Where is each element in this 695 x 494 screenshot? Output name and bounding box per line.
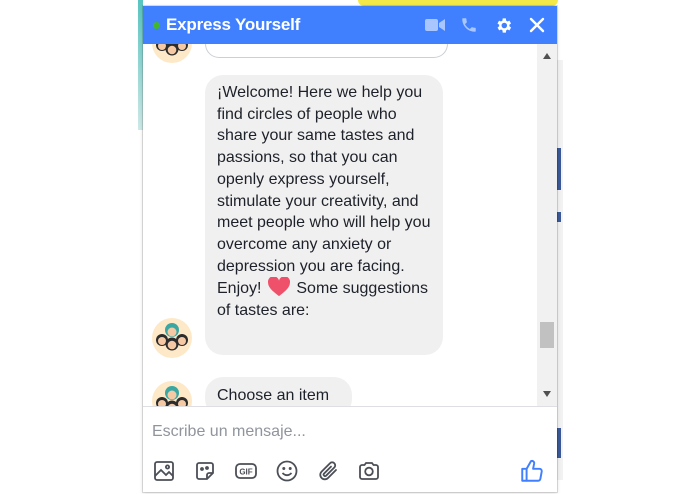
message-list[interactable]: ¡Welcome! Here we help you find circles …	[143, 44, 537, 406]
phone-call-icon[interactable]	[459, 15, 479, 35]
scrollbar-thumb[interactable]	[540, 322, 554, 348]
photo-icon[interactable]	[152, 459, 176, 483]
video-call-icon[interactable]	[425, 15, 445, 35]
choose-item-button[interactable]: Choose an item	[205, 377, 352, 406]
background-marker	[557, 212, 561, 222]
settings-gear-icon[interactable]	[493, 15, 513, 35]
thumbs-up-icon[interactable]	[519, 458, 545, 484]
online-status-indicator	[153, 21, 160, 29]
gif-icon[interactable]: GIF	[234, 459, 258, 483]
camera-icon[interactable]	[357, 459, 381, 483]
background-marker	[557, 148, 561, 190]
chat-title[interactable]: Express Yourself	[166, 15, 300, 35]
bot-avatar	[152, 381, 192, 406]
scroll-down-arrow-icon[interactable]	[537, 386, 557, 402]
scroll-up-arrow-icon[interactable]	[537, 48, 557, 64]
emoji-icon[interactable]	[275, 459, 299, 483]
close-icon[interactable]	[527, 15, 547, 35]
composer-toolbar: GIF	[152, 459, 381, 483]
sticker-icon[interactable]	[193, 459, 217, 483]
background-page-edge	[557, 60, 563, 480]
background-marker	[557, 428, 561, 458]
bot-avatar	[152, 44, 192, 63]
message-input[interactable]	[152, 421, 532, 443]
message-scrollbar[interactable]	[537, 44, 557, 406]
message-bubble: ¡Welcome! Here we help you find circles …	[205, 75, 443, 355]
bot-avatar	[152, 318, 192, 358]
svg-text:GIF: GIF	[239, 468, 252, 477]
message-composer: GIF	[143, 406, 557, 492]
attachment-icon[interactable]	[316, 459, 340, 483]
previous-message-bubble	[205, 44, 448, 58]
message-text: ¡Welcome! Here we help you find circles …	[217, 84, 431, 298]
chat-window: Express Yourself ¡Welcome! Here we help …	[143, 6, 557, 492]
heart-emoji-icon	[267, 277, 290, 297]
screen: Express Yourself ¡Welcome! Here we help …	[0, 0, 695, 494]
header-actions	[425, 15, 547, 35]
chat-header[interactable]: Express Yourself	[143, 6, 557, 44]
